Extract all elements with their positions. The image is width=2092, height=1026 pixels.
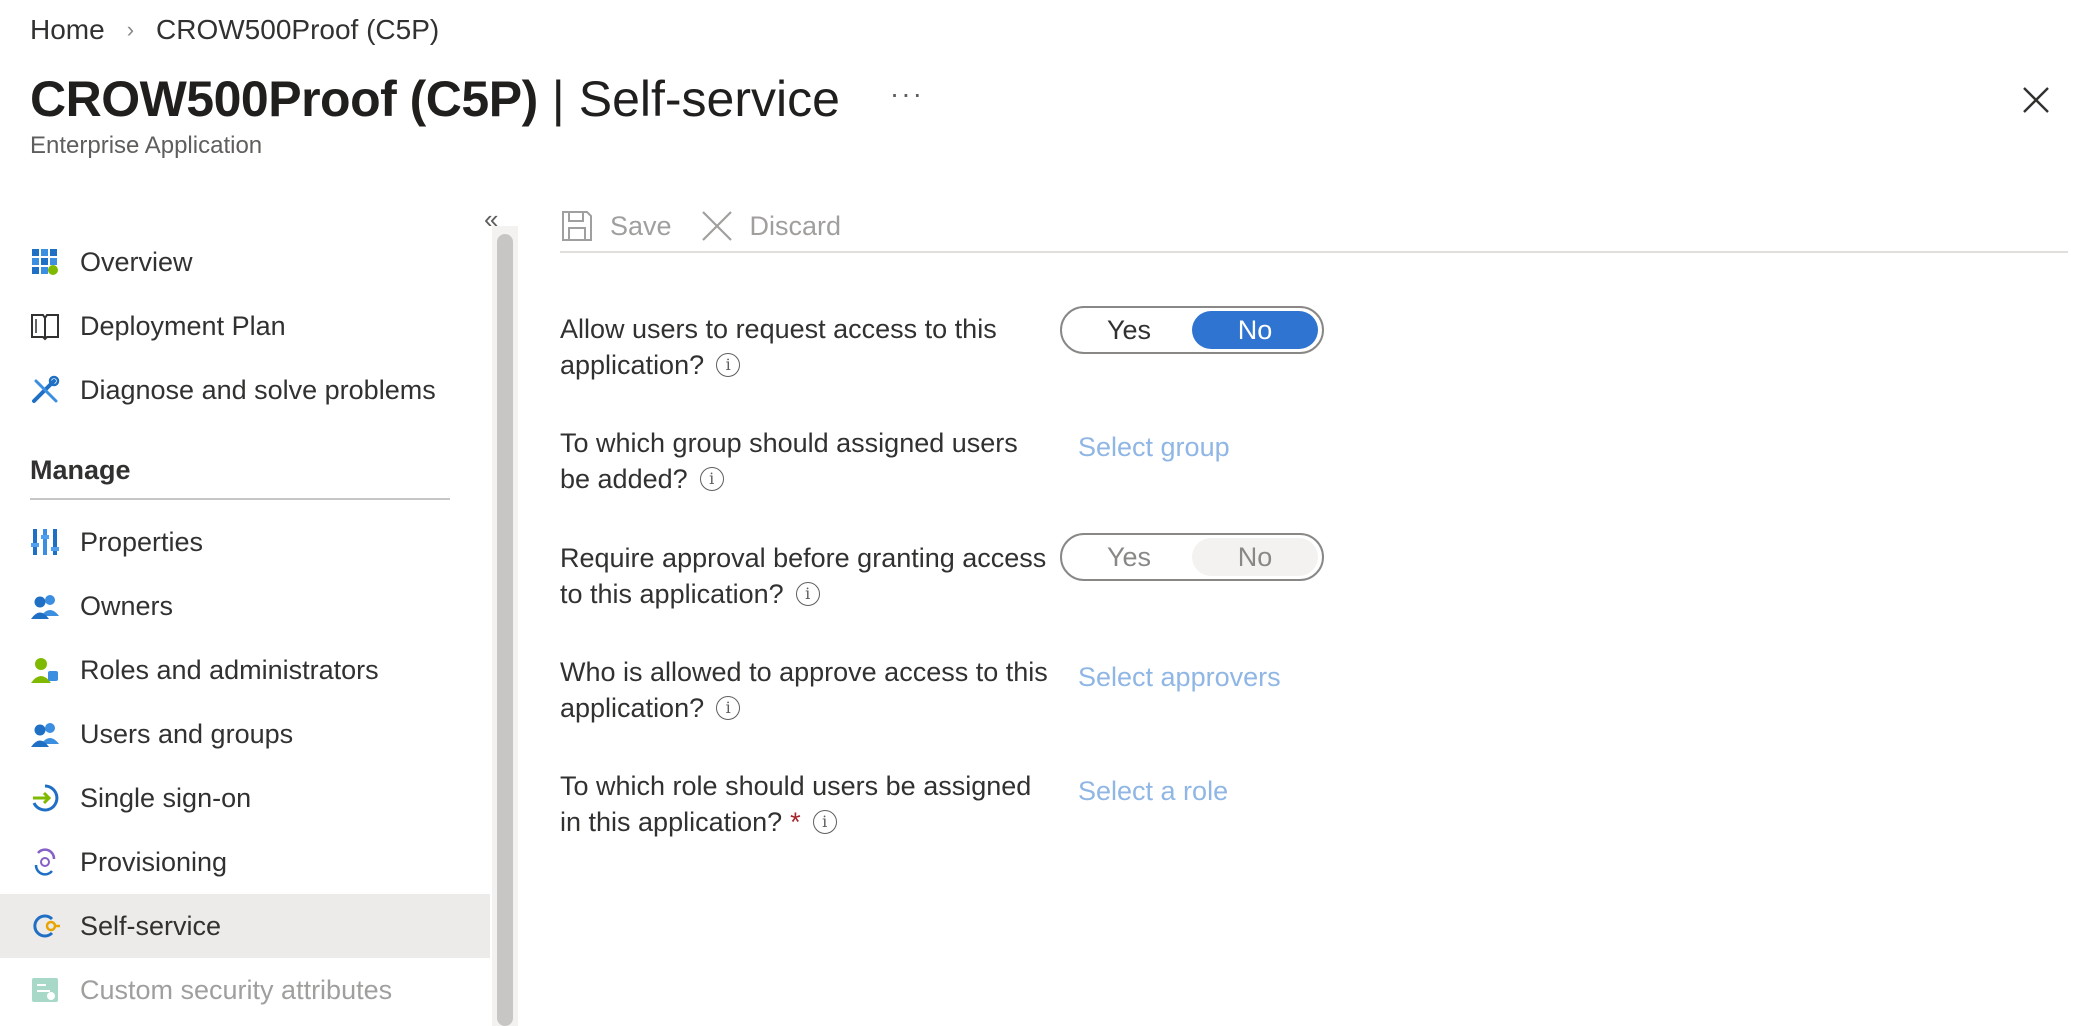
close-icon: [2023, 87, 2049, 113]
properties-icon: [30, 527, 60, 557]
provisioning-icon: [30, 847, 60, 877]
sidebar-item-label: Overview: [80, 246, 193, 277]
sidebar-item-roles[interactable]: Roles and administrators: [0, 638, 490, 702]
page-subtitle-blade: Self-service: [578, 71, 840, 127]
assign-group-label-text: To which group should assigned users be …: [560, 428, 1018, 494]
toggle-no-option[interactable]: No: [1192, 538, 1318, 576]
page-subtitle: Enterprise Application: [30, 132, 263, 159]
book-icon: [30, 311, 60, 341]
sidebar-item-label: Properties: [80, 526, 204, 557]
self-service-icon: [30, 911, 60, 941]
sidebar-item-label: Self-service: [80, 910, 222, 941]
sidebar-scroll-thumb[interactable]: [497, 234, 513, 1026]
required-marker: *: [790, 807, 801, 837]
custom-attributes-icon: [30, 975, 60, 1005]
info-icon[interactable]: i: [716, 695, 741, 720]
sidebar-item-label: Owners: [80, 590, 174, 621]
toggle-yes-option[interactable]: Yes: [1066, 538, 1192, 576]
sidebar-item-sso[interactable]: Single sign-on: [0, 766, 490, 830]
allow-request-toggle[interactable]: Yes No: [1060, 306, 1324, 354]
select-approvers-link[interactable]: Select approvers: [1078, 662, 1281, 693]
form-row-approvers: Who is allowed to approve access to this…: [560, 654, 1760, 726]
info-icon[interactable]: i: [716, 352, 741, 377]
close-button[interactable]: [2018, 82, 2054, 118]
info-icon[interactable]: i: [795, 581, 820, 606]
form-row-role: To which role should users be assigned i…: [560, 768, 1760, 840]
users-icon: [30, 719, 60, 749]
sidebar-item-provisioning[interactable]: Provisioning: [0, 830, 490, 894]
grid-icon: [30, 247, 60, 277]
sidebar-item-overview[interactable]: Overview: [0, 230, 490, 294]
allow-request-label-text: Allow users to request access to this ap…: [560, 314, 997, 380]
sidebar-item-custom-security-attributes[interactable]: Custom security attributes: [0, 958, 490, 1022]
require-approval-label: Require approval before granting access …: [560, 540, 1050, 612]
command-bar: Save Discard: [560, 196, 869, 256]
save-icon: [562, 211, 592, 241]
form-row-assign-group: To which group should assigned users be …: [560, 425, 1760, 497]
wrench-icon: [30, 375, 60, 405]
sidebar-item-label: Roles and administrators: [80, 654, 379, 685]
discard-button[interactable]: Discard: [700, 209, 842, 243]
breadcrumb-current[interactable]: CROW500Proof (C5P): [156, 14, 439, 46]
sidebar-item-label: Deployment Plan: [80, 310, 286, 341]
sidebar-item-diagnose[interactable]: Diagnose and solve problems: [0, 358, 490, 422]
assign-group-label: To which group should assigned users be …: [560, 425, 1050, 497]
sidebar-item-label: Users and groups: [80, 718, 294, 749]
sidebar-item-label: Custom security attributes: [80, 974, 393, 1005]
discard-label: Discard: [749, 210, 842, 241]
sidebar-item-properties[interactable]: Properties: [0, 510, 490, 574]
info-icon[interactable]: i: [812, 809, 837, 834]
form-row-require-approval: Require approval before granting access …: [560, 533, 1760, 612]
sidebar-item-owners[interactable]: Owners: [0, 574, 490, 638]
form-row-allow-request: Allow users to request access to this ap…: [560, 306, 1760, 383]
more-options-button[interactable]: ···: [890, 78, 924, 110]
sidebar-item-users-groups[interactable]: Users and groups: [0, 702, 490, 766]
discard-icon: [701, 211, 732, 241]
roles-icon: [30, 655, 60, 685]
sidebar-item-label: Provisioning: [80, 846, 228, 877]
toolbar-divider: [560, 251, 2068, 253]
approvers-label: Who is allowed to approve access to this…: [560, 654, 1050, 726]
toggle-yes-option[interactable]: Yes: [1066, 311, 1192, 349]
page-title: CROW500Proof (C5P): [30, 71, 538, 127]
sidebar: Overview Deployment Plan Diagnose and so…: [0, 230, 490, 1022]
select-group-link[interactable]: Select group: [1078, 432, 1230, 463]
toggle-no-option[interactable]: No: [1192, 311, 1318, 349]
sidebar-item-self-service[interactable]: Self-service: [0, 894, 490, 958]
info-icon[interactable]: i: [699, 466, 724, 491]
page-title-row: CROW500Proof (C5P) | Self-service ···: [30, 70, 924, 128]
require-approval-toggle[interactable]: Yes No: [1060, 533, 1324, 581]
sidebar-item-deployment-plan[interactable]: Deployment Plan: [0, 294, 490, 358]
save-button[interactable]: Save: [560, 209, 672, 243]
sidebar-item-label: Single sign-on: [80, 782, 252, 813]
allow-request-label: Allow users to request access to this ap…: [560, 311, 1050, 383]
breadcrumb-home[interactable]: Home: [30, 14, 105, 46]
approvers-label-text: Who is allowed to approve access to this…: [560, 657, 1048, 723]
section-manage-heading: Manage: [30, 455, 131, 485]
role-label: To which role should users be assigned i…: [560, 768, 1050, 840]
breadcrumb-separator: ›: [126, 17, 135, 42]
section-divider: [30, 498, 450, 500]
sidebar-item-label: Diagnose and solve problems: [80, 374, 436, 405]
sso-icon: [30, 783, 60, 813]
save-label: Save: [610, 210, 672, 241]
title-separator: |: [551, 71, 565, 127]
owners-icon: [30, 591, 60, 621]
self-service-page: Home › CROW500Proof (C5P) CROW500Proof (…: [0, 0, 2092, 1026]
select-role-link[interactable]: Select a role: [1078, 776, 1228, 807]
breadcrumb: Home › CROW500Proof (C5P): [30, 14, 439, 46]
